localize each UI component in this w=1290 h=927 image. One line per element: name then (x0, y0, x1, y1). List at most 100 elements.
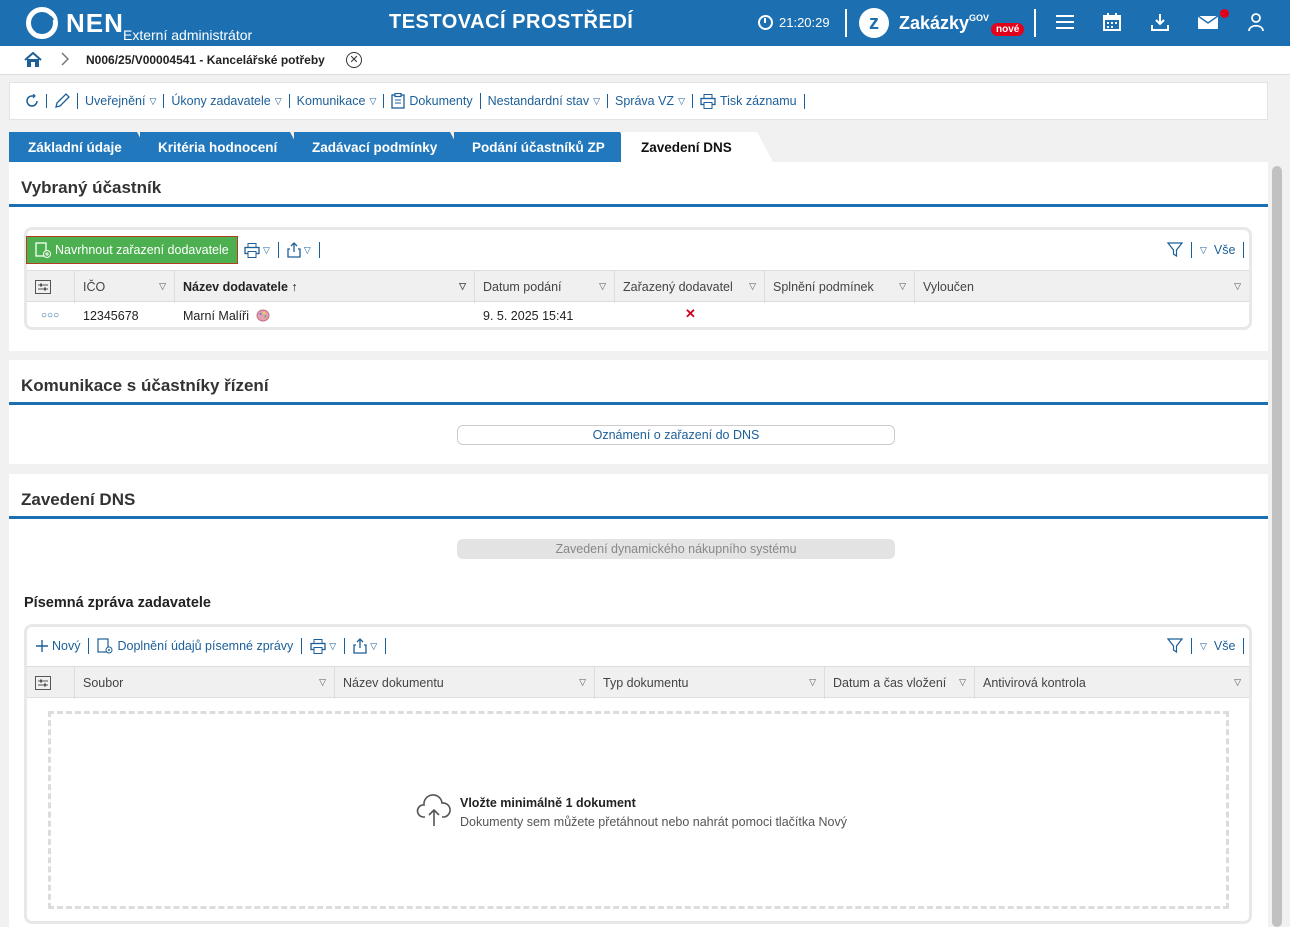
grid-filter-tools: ▽ Vše (1167, 242, 1245, 258)
menu-sprava-vz[interactable]: Správa VZ ▽ (608, 94, 693, 108)
triangle-down-icon[interactable]: ▽ (1234, 281, 1241, 292)
column-zarazeny-label: Zařazený dodavatel (623, 280, 733, 294)
chevron-right-icon (61, 52, 70, 69)
oznameni-zarazeni-button[interactable]: Oznámení o zařazení do DNS (457, 425, 895, 445)
section-title: Komunikace s účastníky řízení (21, 376, 269, 395)
user-icon[interactable] (1246, 12, 1266, 32)
triangle-down-icon[interactable]: ▽ (459, 281, 466, 292)
edit-icon (55, 93, 70, 108)
breadcrumb-record[interactable]: N006/25/V00004541 - Kancelářské potřeby (86, 53, 325, 67)
menu-tisk-zaznamu[interactable]: Tisk záznamu (693, 93, 805, 109)
export-icon[interactable] (287, 242, 301, 258)
zakazky-logo-icon[interactable]: z (859, 8, 889, 38)
cell-datum: 9. 5. 2025 15:41 (483, 309, 574, 323)
scrollbar-thumb[interactable] (1272, 166, 1282, 927)
calendar-icon[interactable] (1102, 12, 1122, 32)
tab-zakladni-udaje[interactable]: Základní údaje (9, 132, 153, 162)
menu-dokumenty[interactable]: Dokumenty (384, 93, 481, 109)
triangle-down-icon[interactable]: ▽ (263, 245, 270, 256)
divider (845, 9, 847, 37)
menu-ukony-zadavatele[interactable]: Úkony zadavatele ▽ (164, 94, 290, 108)
row-actions-icon[interactable]: ○○○ (41, 310, 59, 321)
new-document-label: Nový (52, 639, 81, 653)
column-zarazeny-dodavatel[interactable]: Zařazený dodavatel ▽ (615, 271, 765, 303)
file-dropzone[interactable] (48, 711, 1229, 909)
tab-zavedeni-dns[interactable]: Zavedení DNS (621, 132, 773, 162)
menu-komunikace-label: Komunikace (296, 94, 366, 108)
tab-zadavaci-podminky[interactable]: Zadávací podmínky (294, 132, 466, 162)
triangle-down-icon[interactable]: ▽ (579, 677, 586, 688)
table-row[interactable]: ○○○ 12345678 Marní Malíři 9. 5. 2025 15:… (27, 303, 1249, 329)
download-icon[interactable] (1150, 12, 1170, 32)
divider (344, 638, 346, 654)
column-nazev-dokumentu[interactable]: Název dokumentu ▽ (335, 667, 595, 699)
triangle-down-icon[interactable]: ▽ (1200, 641, 1207, 652)
triangle-down-icon[interactable]: ▽ (304, 245, 311, 256)
new-document-button[interactable]: Nový (36, 639, 80, 653)
logo-text[interactable]: NEN (66, 8, 124, 39)
column-nazev-dodavatele[interactable]: Název dodavatele ↑ ▽ (175, 271, 475, 303)
column-soubor-label: Soubor (83, 676, 124, 690)
mail-icon[interactable] (1198, 12, 1218, 32)
nen-logo-icon[interactable] (26, 7, 58, 39)
printer-icon[interactable] (244, 242, 260, 258)
propose-supplier-button[interactable]: Navrhnout zařazení dodavatele (26, 236, 238, 264)
doplneni-udaju-button[interactable]: Doplnění údajů písemné zprávy (97, 638, 293, 654)
column-splneni-podminek[interactable]: Splnění podmínek ▽ (765, 271, 915, 303)
column-settings-button[interactable] (27, 271, 75, 303)
triangle-down-icon[interactable]: ▽ (809, 677, 816, 688)
filter-all[interactable]: Vše (1214, 243, 1236, 257)
column-vyloucen[interactable]: Vyloučen ▽ (915, 271, 1249, 303)
column-antivirova-kontrola[interactable]: Antivirová kontrola ▽ (975, 667, 1249, 699)
zakazky-gov: GOV (969, 13, 990, 23)
environment-title: TESTOVACÍ PROSTŘEDÍ (389, 11, 634, 33)
triangle-down-icon: ▽ (149, 96, 157, 106)
triangle-down-icon[interactable]: ▽ (1234, 677, 1241, 688)
edit-button[interactable] (47, 93, 78, 109)
triangle-down-icon[interactable]: ▽ (959, 677, 966, 688)
column-ico-label: IČO (83, 280, 106, 294)
column-datum-podani[interactable]: Datum podání ▽ (475, 271, 615, 303)
clock-icon (758, 15, 773, 30)
menu-komunikace[interactable]: Komunikace ▽ (290, 94, 385, 108)
triangle-down-icon[interactable]: ▽ (370, 641, 377, 652)
zakazky-link[interactable]: Zakázky (899, 13, 969, 34)
user-role: Externí administrátor (123, 27, 253, 43)
panel-komunikace: Komunikace s účastníky řízení (9, 360, 1268, 464)
column-typ-dokumentu[interactable]: Typ dokumentu ▽ (595, 667, 825, 699)
filter-all[interactable]: Vše (1214, 639, 1236, 653)
triangle-down-icon[interactable]: ▽ (159, 281, 166, 292)
column-ico[interactable]: IČO ▽ (75, 271, 175, 303)
triangle-down-icon[interactable]: ▽ (1200, 245, 1207, 256)
triangle-down-icon[interactable]: ▽ (319, 677, 326, 688)
column-settings-button[interactable] (27, 667, 75, 699)
tab-kriteria-hodnoceni[interactable]: Kritéria hodnocení (140, 132, 306, 162)
tab-podani-ucastniku[interactable]: Podání účastníků ZP (454, 132, 636, 162)
menu-icon[interactable] (1055, 12, 1075, 32)
filter-icon[interactable] (1167, 638, 1183, 654)
column-datum-vlozeni[interactable]: Datum a čas vložení ▽ (825, 667, 975, 699)
triangle-down-icon[interactable]: ▽ (749, 281, 756, 292)
grid-tools: ▽ ▽ (244, 242, 328, 258)
column-datum-vlozeni-label: Datum a čas vložení (833, 676, 947, 690)
triangle-down-icon[interactable]: ▽ (599, 281, 606, 292)
menu-nestandardni-stav[interactable]: Nestandardní stav ▽ (481, 94, 608, 108)
home-icon[interactable] (24, 51, 42, 71)
section-divider (9, 204, 1268, 207)
zavedeni-dns-button[interactable]: Zavedení dynamického nákupního systému (457, 539, 895, 559)
export-icon[interactable] (353, 638, 367, 654)
filter-icon[interactable] (1167, 242, 1183, 258)
section-title: Zavedení DNS (21, 490, 136, 509)
menu-uverejneni[interactable]: Uveřejnění ▽ (78, 94, 165, 108)
column-splneni-label: Splnění podmínek (773, 280, 874, 294)
triangle-down-icon[interactable]: ▽ (899, 281, 906, 292)
column-soubor[interactable]: Soubor ▽ (75, 667, 335, 699)
triangle-down-icon[interactable]: ▽ (329, 641, 336, 652)
printer-icon[interactable] (310, 638, 326, 654)
action-toolbar: Uveřejnění ▽ Úkony zadavatele ▽ Komunikace… (9, 82, 1268, 120)
divider (301, 638, 303, 654)
refresh-button[interactable] (18, 94, 47, 108)
close-icon[interactable]: ✕ (346, 52, 362, 68)
divider (88, 638, 90, 654)
menu-sprava-label: Správa VZ (615, 94, 675, 108)
